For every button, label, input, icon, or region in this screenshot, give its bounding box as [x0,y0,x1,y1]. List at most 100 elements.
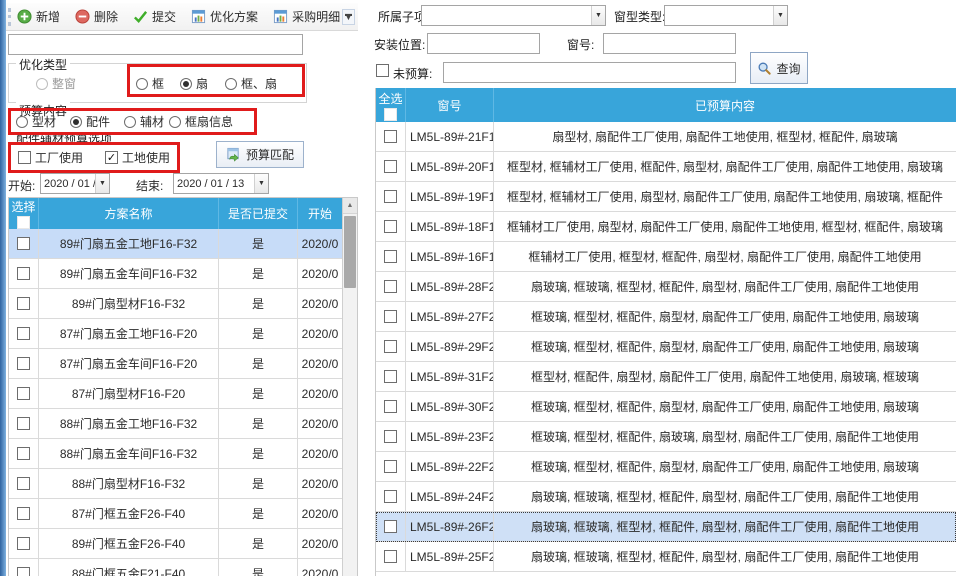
row-checkbox[interactable] [384,220,397,233]
radio-option[interactable]: 型材 [16,113,56,130]
table-row[interactable]: 88#门扇五金工地F16-F32是2020/0 [9,409,357,439]
delete-button[interactable]: 删除 [74,6,119,27]
table-row[interactable]: LM5L-89#-20F18框型材, 框辅材工厂使用, 框配件, 扇型材, 扇配… [376,152,956,182]
radio-icon[interactable] [124,116,136,128]
submit-button[interactable]: 提交 [132,6,177,27]
row-checkbox[interactable] [384,250,397,263]
table-row[interactable]: 88#门扇五金车间F16-F32是2020/0 [9,439,357,469]
query-button[interactable]: 查询 [750,52,808,84]
row-checkbox[interactable] [384,340,397,353]
radio-option[interactable]: 辅材 [124,113,164,130]
row-checkbox[interactable] [384,190,397,203]
row-checkbox[interactable] [17,357,30,370]
row-checkbox[interactable] [17,387,30,400]
table-row[interactable]: LM5L-89#-28F26扇玻璃, 框玻璃, 框型材, 框配件, 扇型材, 扇… [376,272,956,302]
checkbox-icon[interactable] [18,151,31,164]
table-row[interactable]: LM5L-89#-21F19扇型材, 扇配件工厂使用, 扇配件工地使用, 框型材… [376,122,956,152]
radio-selected-icon[interactable] [180,78,192,90]
radio-option[interactable]: 扇 [180,75,208,92]
chevron-down-icon[interactable]: ▼ [254,174,268,193]
table-row[interactable]: 89#门扇五金工地F16-F32是2020/0 [9,229,357,259]
table-row[interactable]: LM5L-89#-19F17框型材, 框辅材工厂使用, 扇型材, 扇配件工厂使用… [376,182,956,212]
table-row[interactable]: 87#门扇五金工地F16-F20是2020/0 [9,319,357,349]
radio-option[interactable]: 框扇信息 [169,113,233,130]
table-row[interactable]: LM5L-89#-29F27框玻璃, 框型材, 框配件, 扇型材, 扇配件工厂使… [376,332,956,362]
row-checkbox[interactable] [384,550,397,563]
table-row[interactable]: 89#门扇五金车间F16-F32是2020/0 [9,259,357,289]
row-checkbox[interactable] [17,297,30,310]
report-icon [273,9,288,24]
row-checkbox[interactable] [384,520,397,533]
unbudgeted-checkbox[interactable] [376,64,389,77]
row-checkbox[interactable] [384,400,397,413]
checkbox-option[interactable]: ✓工地使用 [105,149,170,166]
scrollbar-thumb[interactable] [344,216,356,288]
table-row[interactable]: LM5L-89#-24F22扇玻璃, 框玻璃, 框型材, 框配件, 扇型材, 扇… [376,482,956,512]
row-checkbox[interactable] [384,130,397,143]
radio-icon[interactable] [169,116,181,128]
radio-option[interactable]: 框 [136,75,164,92]
window-no-input[interactable] [604,34,735,53]
toolbar-grip[interactable] [8,8,11,26]
select-all-checkbox[interactable] [17,216,30,229]
row-checkbox[interactable] [17,537,30,550]
add-button[interactable]: 新增 [16,6,61,27]
row-checkbox[interactable] [384,490,397,503]
unbudgeted-input[interactable] [444,63,735,82]
table-row[interactable]: 87#门框五金F26-F40是2020/0 [9,499,357,529]
radio-option[interactable]: 配件 [70,113,110,130]
table-row[interactable]: LM5L-89#-26F24扇玻璃, 框玻璃, 框型材, 框配件, 扇型材, 扇… [376,512,956,542]
chevron-down-icon[interactable]: ▼ [591,6,605,25]
install-position-input[interactable] [428,34,539,53]
optimize-plan-button[interactable]: 优化方案 [190,6,259,27]
toolbar-overflow-button[interactable]: ▬▼ [342,9,355,25]
table-row[interactable]: 89#门扇型材F16-F32是2020/0 [9,289,357,319]
scroll-up-icon[interactable]: ▲ [343,198,357,214]
row-checkbox[interactable] [384,160,397,173]
chevron-down-icon[interactable]: ▼ [773,6,787,25]
row-checkbox[interactable] [17,507,30,520]
row-checkbox[interactable] [17,567,30,576]
table-row[interactable]: LM5L-89#-25F23扇玻璃, 框玻璃, 框型材, 框配件, 扇型材, 扇… [376,542,956,572]
table-row[interactable]: 88#门框五金F21-F40是2020/0 [9,559,357,576]
table-row[interactable]: LM5L-89#-30F28框玻璃, 框型材, 框配件, 扇型材, 扇配件工厂使… [376,392,956,422]
select-all-checkbox[interactable] [384,108,397,121]
row-checkbox[interactable] [17,447,30,460]
table-row[interactable]: 87#门扇型材F16-F20是2020/0 [9,379,357,409]
plan-table-scrollbar[interactable]: ▲ [342,198,357,576]
chevron-down-icon[interactable]: ▼ [95,174,109,193]
radio-icon[interactable] [225,78,237,90]
radio-icon[interactable] [36,78,48,90]
row-checkbox[interactable] [17,417,30,430]
row-checkbox[interactable] [384,460,397,473]
table-row[interactable]: 88#门扇型材F16-F32是2020/0 [9,469,357,499]
table-row[interactable]: LM5L-89#-18F16框辅材工厂使用, 扇型材, 扇配件工厂使用, 扇配件… [376,212,956,242]
end-date-picker[interactable]: 2020 / 01 / 13 ▼ [173,173,269,194]
radio-icon[interactable] [16,116,28,128]
table-row[interactable]: LM5L-89#-23F21框玻璃, 框型材, 框配件, 扇玻璃, 扇型材, 扇… [376,422,956,452]
row-checkbox[interactable] [384,310,397,323]
row-checkbox[interactable] [384,370,397,383]
checkbox-option[interactable]: 工厂使用 [18,149,83,166]
row-checkbox[interactable] [17,327,30,340]
row-checkbox[interactable] [384,280,397,293]
budget-match-button[interactable]: 预算匹配 [216,141,304,168]
sub-item-select[interactable]: ▼ [421,5,606,26]
row-checkbox[interactable] [17,237,30,250]
table-row[interactable]: 89#门框五金F26-F40是2020/0 [9,529,357,559]
table-row[interactable]: LM5L-89#-22F20框玻璃, 框型材, 框配件, 扇型材, 扇配件工厂使… [376,452,956,482]
row-checkbox[interactable] [17,477,30,490]
checkbox-checked-icon[interactable]: ✓ [105,151,118,164]
row-checkbox[interactable] [384,430,397,443]
table-row[interactable]: 87#门扇五金车间F16-F20是2020/0 [9,349,357,379]
table-row[interactable]: LM5L-89#-31F29框型材, 框配件, 扇型材, 扇配件工厂使用, 扇配… [376,362,956,392]
radio-icon[interactable] [136,78,148,90]
table-row[interactable]: LM5L-89#-16F15框辅材工厂使用, 框型材, 框配件, 扇型材, 扇配… [376,242,956,272]
table-row[interactable]: LM5L-89#-27F25框玻璃, 框型材, 框配件, 扇型材, 扇配件工厂使… [376,302,956,332]
row-checkbox[interactable] [17,267,30,280]
radio-selected-icon[interactable] [70,116,82,128]
plan-filter-input[interactable] [8,34,303,55]
window-type-select[interactable]: ▼ [664,5,788,26]
start-date-picker[interactable]: 2020 / 01 / 1 ▼ [40,173,110,194]
radio-option[interactable]: 框、扇 [225,75,277,92]
